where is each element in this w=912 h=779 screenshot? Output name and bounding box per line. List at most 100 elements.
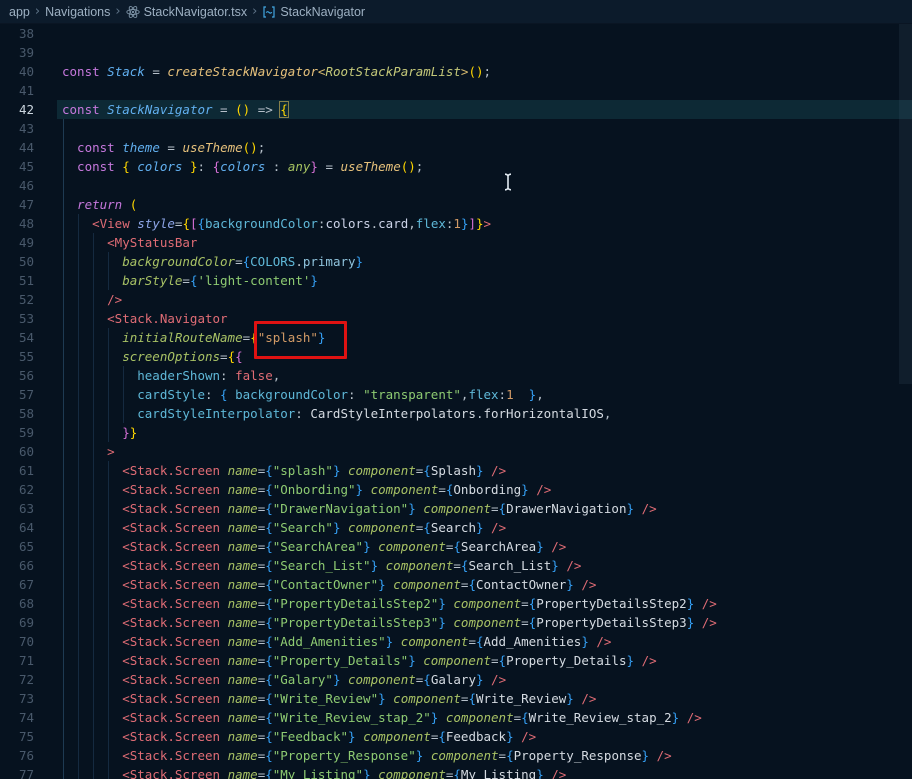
code-line[interactable]: 52/>: [0, 290, 912, 309]
code-text: <Stack.Screen name={"ContactOwner"} comp…: [62, 575, 596, 594]
code-line[interactable]: 76<Stack.Screen name={"Property_Response…: [0, 746, 912, 765]
code-line[interactable]: 43: [0, 119, 912, 138]
line-number[interactable]: 65: [0, 537, 34, 556]
line-number[interactable]: 72: [0, 670, 34, 689]
code-line[interactable]: 61<Stack.Screen name={"splash"} componen…: [0, 461, 912, 480]
line-number[interactable]: 41: [0, 81, 34, 100]
code-line[interactable]: 68<Stack.Screen name={"PropertyDetailsSt…: [0, 594, 912, 613]
line-number[interactable]: 58: [0, 404, 34, 423]
code-line[interactable]: 59}}: [0, 423, 912, 442]
code-line[interactable]: 46: [0, 176, 912, 195]
line-number[interactable]: 47: [0, 195, 34, 214]
line-number[interactable]: 53: [0, 309, 34, 328]
scrollbar[interactable]: [899, 24, 912, 384]
line-number[interactable]: 75: [0, 727, 34, 746]
code-text: const Stack = createStackNavigator<RootS…: [62, 62, 491, 81]
code-text: >: [62, 442, 115, 461]
symbol-icon: [262, 5, 276, 19]
code-area[interactable]: 383940 const Stack = createStackNavigator…: [0, 24, 912, 779]
code-line[interactable]: 63 <Stack.Screen name={"DrawerNavigation"…: [0, 499, 912, 518]
code-line[interactable]: 51 barStyle={'light-content'}: [0, 271, 912, 290]
line-number[interactable]: 61: [0, 461, 34, 480]
code-line[interactable]: 49<MyStatusBar: [0, 233, 912, 252]
code-line[interactable]: 70 <Stack.Screen name={"Add_Amenities"} c…: [0, 632, 912, 651]
line-number[interactable]: 44: [0, 138, 34, 157]
code-line[interactable]: 48<View style={[{backgroundColor:colors.…: [0, 214, 912, 233]
code-line[interactable]: 41: [0, 81, 912, 100]
code-line[interactable]: 74<Stack.Screen name={"Write_Review_stap…: [0, 708, 912, 727]
line-number[interactable]: 39: [0, 43, 34, 62]
line-number[interactable]: 56: [0, 366, 34, 385]
code-line[interactable]: 50backgroundColor={COLORS.primary}: [0, 252, 912, 271]
breadcrumb-label: Navigations: [45, 5, 110, 19]
line-number[interactable]: 66: [0, 556, 34, 575]
breadcrumb-item-app[interactable]: app: [9, 5, 30, 19]
line-number[interactable]: 57: [0, 385, 34, 404]
line-number[interactable]: 52: [0, 290, 34, 309]
code-line[interactable]: 71<Stack.Screen name={"Property_Details"…: [0, 651, 912, 670]
line-number[interactable]: 59: [0, 423, 34, 442]
code-line[interactable]: 39: [0, 43, 912, 62]
line-number[interactable]: 64: [0, 518, 34, 537]
code-line[interactable]: 75<Stack.Screen name={"Feedback"} compon…: [0, 727, 912, 746]
line-number[interactable]: 38: [0, 24, 34, 43]
code-line[interactable]: 38: [0, 24, 912, 43]
line-number[interactable]: 49: [0, 233, 34, 252]
line-number[interactable]: 76: [0, 746, 34, 765]
line-number[interactable]: 73: [0, 689, 34, 708]
code-line[interactable]: 45const { colors }: {colors : any} = use…: [0, 157, 912, 176]
line-number[interactable]: 71: [0, 651, 34, 670]
code-line[interactable]: 65<Stack.Screen name={"SearchArea"} comp…: [0, 537, 912, 556]
code-line[interactable]: 47return (: [0, 195, 912, 214]
code-line[interactable]: 60 >: [0, 442, 912, 461]
code-line[interactable]: 53<Stack.Navigator: [0, 309, 912, 328]
code-text: screenOptions={{: [62, 347, 243, 366]
line-number[interactable]: 54: [0, 328, 34, 347]
line-number[interactable]: 46: [0, 176, 34, 195]
breadcrumb-item-stacknavigator-tsx[interactable]: StackNavigator.tsx: [126, 5, 248, 19]
code-line[interactable]: 69 <Stack.Screen name={"PropertyDetailsSt…: [0, 613, 912, 632]
code-line[interactable]: 62<Stack.Screen name={"Onbording"} compo…: [0, 480, 912, 499]
code-line[interactable]: 77 <Stack.Screen name={"My_Listing"} comp…: [0, 765, 912, 779]
code-editor[interactable]: 383940 const Stack = createStackNavigator…: [0, 24, 912, 779]
code-text: <Stack.Screen name={"Add_Amenities"} com…: [62, 632, 611, 651]
code-line[interactable]: 57cardStyle: { backgroundColor: "transpa…: [0, 385, 912, 404]
code-line[interactable]: 72<Stack.Screen name={"Galary"} componen…: [0, 670, 912, 689]
line-number[interactable]: 68: [0, 594, 34, 613]
code-line[interactable]: 55 screenOptions={{: [0, 347, 912, 366]
line-number[interactable]: 60: [0, 442, 34, 461]
line-number[interactable]: 50: [0, 252, 34, 271]
line-number[interactable]: 51: [0, 271, 34, 290]
code-text: <Stack.Screen name={"PropertyDetailsStep…: [62, 613, 717, 632]
line-number[interactable]: 74: [0, 708, 34, 727]
line-number[interactable]: 62: [0, 480, 34, 499]
line-number[interactable]: 77: [0, 765, 34, 779]
line-number[interactable]: 40: [0, 62, 34, 81]
code-text: <Stack.Screen name={"Write_Review"} comp…: [62, 689, 596, 708]
line-number[interactable]: 55: [0, 347, 34, 366]
breadcrumb-label: StackNavigator: [280, 5, 365, 19]
line-number[interactable]: 67: [0, 575, 34, 594]
breadcrumb-item-stacknavigator[interactable]: StackNavigator: [262, 5, 365, 19]
code-line[interactable]: 56headerShown: false,: [0, 366, 912, 385]
code-line[interactable]: 64<Stack.Screen name={"Search"} componen…: [0, 518, 912, 537]
code-line[interactable]: 58cardStyleInterpolator: CardStyleInterp…: [0, 404, 912, 423]
line-number[interactable]: 48: [0, 214, 34, 233]
line-number[interactable]: 70: [0, 632, 34, 651]
code-text: barStyle={'light-content'}: [62, 271, 318, 290]
line-number[interactable]: 42: [0, 100, 34, 119]
breadcrumb-item-navigations[interactable]: Navigations: [45, 5, 110, 19]
code-line[interactable]: 54initialRouteName={"splash"}: [0, 328, 912, 347]
line-number[interactable]: 69: [0, 613, 34, 632]
line-number[interactable]: 45: [0, 157, 34, 176]
code-line[interactable]: 73 <Stack.Screen name={"Write_Review"} co…: [0, 689, 912, 708]
code-line[interactable]: 42const StackNavigator = () => {: [0, 100, 912, 119]
line-number[interactable]: 43: [0, 119, 34, 138]
code-line[interactable]: 66<Stack.Screen name={"Search_List"} com…: [0, 556, 912, 575]
code-line[interactable]: 40 const Stack = createStackNavigator<Roo…: [0, 62, 912, 81]
code-line[interactable]: 44const theme = useTheme();: [0, 138, 912, 157]
line-number[interactable]: 63: [0, 499, 34, 518]
code-text: <Stack.Screen name={"DrawerNavigation"} …: [62, 499, 657, 518]
code-line[interactable]: 67 <Stack.Screen name={"ContactOwner"} co…: [0, 575, 912, 594]
code-text: <Stack.Screen name={"My_Listing"} compon…: [62, 765, 566, 779]
